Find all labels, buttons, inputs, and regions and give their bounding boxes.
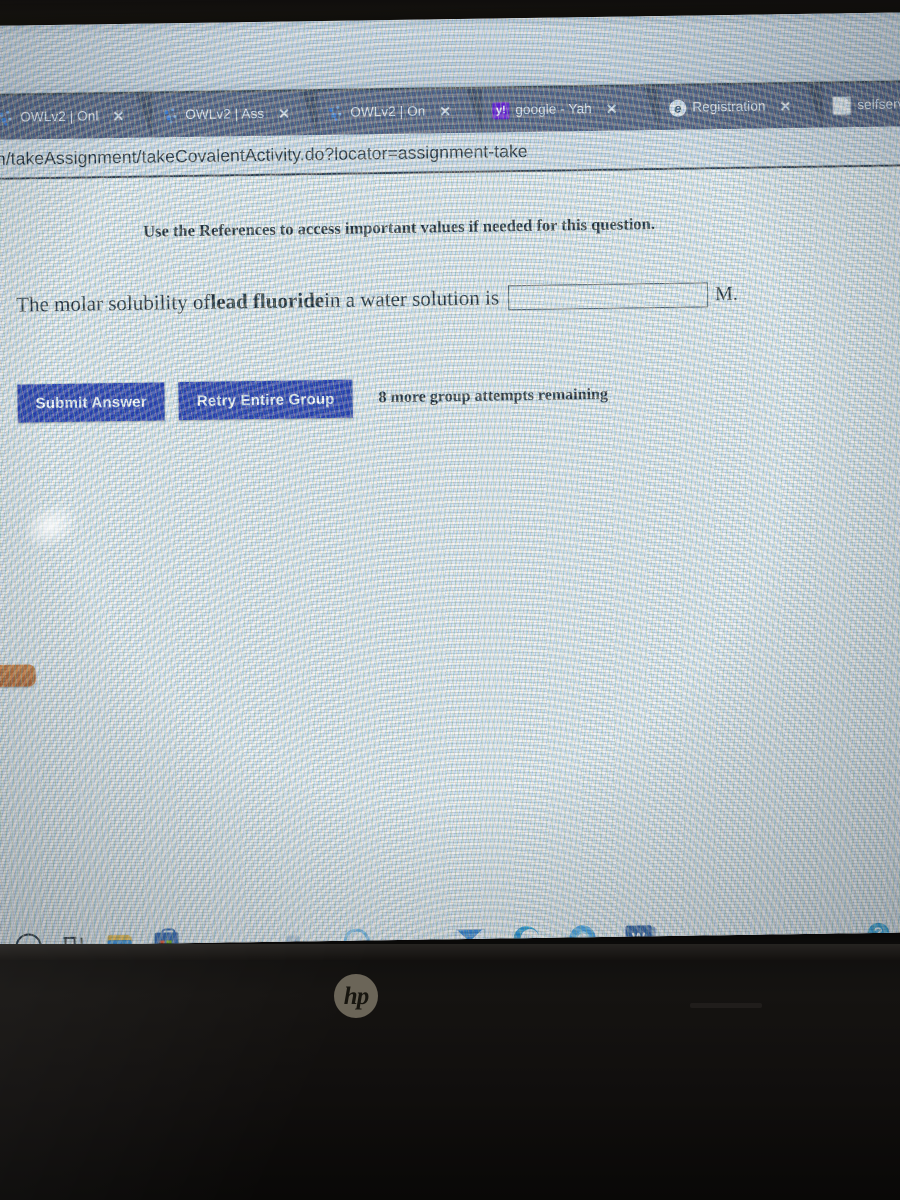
molar-solubility-input[interactable] (507, 282, 709, 311)
close-icon[interactable]: ✕ (779, 98, 791, 115)
word-icon-label: W (625, 925, 652, 946)
laptop-base (0, 944, 900, 1200)
references-note: Use the References to access important v… (143, 214, 656, 241)
retry-entire-group-button[interactable]: Retry Entire Group (178, 379, 353, 421)
unit-label: M. (714, 282, 738, 306)
question-suffix: in a water solution is (323, 285, 500, 313)
browser-tab-google[interactable]: y! google - Yah ✕ (482, 86, 660, 133)
laptop-photo: OWLv2 | Onl ✕ OWLv2 | Ass ✕ OWLv2 | On ✕… (0, 0, 900, 1200)
page-content: Use the References to access important v… (0, 166, 900, 946)
window-chrome-strip (0, 12, 900, 96)
owl-dots-icon (327, 104, 344, 121)
close-icon[interactable]: ✕ (112, 107, 124, 124)
system-tray: ? ∧ (866, 922, 900, 946)
question-row: The molar solubility of lead fluoride in… (16, 282, 738, 318)
chrome-icon[interactable] (565, 921, 600, 946)
laptop-vent (690, 1003, 762, 1008)
edge-icon[interactable] (509, 922, 544, 946)
owl-dots-icon (162, 107, 179, 124)
laptop-base-lip (0, 944, 900, 960)
tab-label: Registration (692, 99, 766, 115)
tab-label: OWLv2 | On (350, 104, 426, 120)
browser-tab-selfserve[interactable]: selfserve.un ✕ (822, 82, 900, 127)
tab-label: selfserve.un (857, 97, 900, 112)
browser-tab-registration[interactable]: e Registration ✕ (659, 84, 823, 130)
tab-label: OWLv2 | Ass (185, 107, 265, 122)
yahoo-icon: y! (492, 102, 509, 119)
help-icon[interactable]: ? (866, 922, 890, 946)
browser-tab-owlv2-3[interactable]: OWLv2 | On ✕ (317, 89, 483, 135)
faint-app-icon[interactable] (275, 925, 310, 946)
close-icon[interactable]: ✕ (606, 100, 618, 117)
browser-tab-owlv2-1[interactable]: OWLv2 | Onl ✕ (0, 94, 153, 140)
action-button-row: Submit Answer Retry Entire Group 8 more … (17, 376, 608, 423)
word-icon[interactable]: W (621, 920, 656, 946)
side-feedback-tab[interactable] (0, 664, 36, 688)
question-prefix: The molar solubility of (15, 289, 211, 317)
laptop-screen: OWLv2 | Onl ✕ OWLv2 | Ass ✕ OWLv2 | On ✕… (0, 12, 900, 946)
tab-label: OWLv2 | Onl (20, 109, 99, 125)
ring-app-icon[interactable] (339, 924, 374, 946)
address-bar-url: rn/takeAssignment/takeCovalentActivity.d… (0, 140, 528, 169)
hp-logo: hp (334, 974, 378, 1018)
hp-logo-text: hp (343, 982, 369, 1010)
edge-icon: e (669, 99, 686, 116)
question-substance: lead fluoride (210, 288, 325, 314)
window-chrome-inner (0, 20, 900, 86)
owl-dots-icon (0, 109, 14, 126)
browser-tab-owlv2-2[interactable]: OWLv2 | Ass ✕ (152, 91, 318, 137)
close-icon[interactable]: ✕ (278, 105, 290, 122)
tab-label: google - Yah (515, 102, 592, 117)
submit-answer-button[interactable]: Submit Answer (17, 382, 166, 423)
document-icon (832, 96, 851, 115)
close-icon[interactable]: ✕ (439, 103, 451, 120)
mail-icon[interactable] (453, 923, 488, 946)
attempts-remaining-text: 8 more group attempts remaining (378, 385, 609, 407)
